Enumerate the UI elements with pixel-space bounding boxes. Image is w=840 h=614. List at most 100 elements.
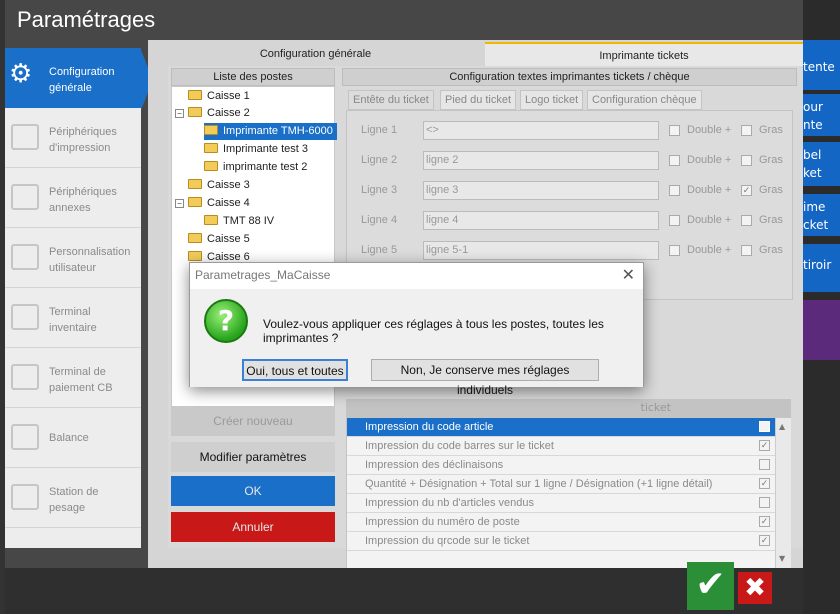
right-button-1[interactable]: tente [800, 40, 840, 90]
tab-ticket-printer[interactable]: Imprimante tickets [485, 42, 803, 66]
tree-node[interactable]: imprimante test 2 [204, 159, 307, 176]
bold-label: Gras [759, 124, 783, 136]
double-checkbox[interactable] [669, 215, 680, 226]
folder-icon [188, 107, 202, 117]
collapse-icon[interactable]: − [175, 199, 184, 208]
right-button-4-line1: ime [803, 200, 826, 214]
validate-checkmark-button[interactable]: ✔ [687, 562, 734, 610]
sidebar-item-label: Terminal inventaire [49, 306, 97, 334]
tree-node[interactable]: Caisse 3 [188, 177, 250, 194]
options-scrollbar[interactable]: ▲ ▼ [775, 418, 791, 568]
create-button[interactable]: Créer nouveau [171, 406, 335, 436]
right-button-2-line1: our [803, 100, 823, 114]
bold-checkbox[interactable] [741, 155, 752, 166]
option-row[interactable]: Impression des déclinaisons [347, 456, 775, 475]
tree-node[interactable]: Caisse 4 [188, 195, 250, 212]
double-checkbox[interactable] [669, 245, 680, 256]
option-row[interactable]: Impression du nb d'articles vendus [347, 494, 775, 513]
option-checkbox[interactable] [759, 421, 770, 432]
right-button-5-label: tiroir [803, 258, 832, 272]
main-tabs: Configuration générale Imprimante ticket… [148, 40, 803, 66]
bold-checkbox[interactable] [741, 125, 752, 136]
double-checkbox[interactable] [669, 125, 680, 136]
option-row[interactable]: Impression du code barres sur le ticket ✓ [347, 437, 775, 456]
page-title: Paramétrages [17, 7, 156, 32]
dialog-title: Parametrages_MaCaisse [195, 268, 331, 282]
line-input[interactable]: ligne 5-1 [423, 241, 659, 260]
no-keep-button[interactable]: Non, Je conserve mes réglages individuel… [371, 359, 599, 397]
option-checkbox-checked[interactable]: ✓ [759, 516, 770, 527]
sidebar-item-label: Balance [49, 432, 89, 444]
subtab-cheque[interactable]: Configuration chèque [587, 90, 702, 110]
sidebar-item-label: Terminal de paiement CB [49, 366, 113, 394]
close-icon[interactable]: ✕ [622, 265, 635, 284]
options-header: ticket [346, 399, 791, 417]
sidebar-item-printers[interactable]: Périphériques d'impression [5, 108, 141, 168]
weigh-station-icon [11, 484, 39, 510]
option-row[interactable]: Impression du numéro de poste ✓ [347, 513, 775, 532]
right-button-5[interactable]: tiroir [800, 244, 840, 292]
sidebar-item-weigh-station[interactable]: Station de pesage [5, 468, 141, 528]
right-button-3[interactable]: bel ket [800, 142, 840, 186]
option-checkbox-checked[interactable]: ✓ [759, 440, 770, 451]
option-row[interactable]: Quantité + Désignation + Total sur 1 lig… [347, 475, 775, 494]
sidebar-item-scale[interactable]: Balance [5, 408, 141, 468]
tree-node[interactable]: Caisse 1 [188, 88, 250, 105]
modify-button[interactable]: Modifier paramètres [171, 442, 335, 472]
option-checkbox-checked[interactable]: ✓ [759, 535, 770, 546]
option-checkbox[interactable] [759, 497, 770, 508]
sidebar-item-label: Périphériques d'impression [49, 126, 117, 154]
folder-icon [188, 179, 202, 189]
tree-node[interactable]: Imprimante test 3 [204, 141, 308, 158]
subtab-header[interactable]: Entête du ticket [348, 90, 434, 110]
checkmark-icon: ✔ [695, 564, 726, 605]
double-label: Double + [687, 154, 732, 166]
sidebar-item-label: Personnalisation utilisateur [49, 246, 131, 274]
double-label: Double + [687, 184, 732, 196]
yes-all-button[interactable]: Oui, tous et toutes [242, 359, 348, 381]
cancel-button[interactable]: Annuler [171, 512, 335, 542]
line-label: Ligne 5 [361, 244, 398, 256]
bold-checkbox[interactable] [741, 245, 752, 256]
line-input[interactable]: <> [423, 121, 659, 140]
line-input[interactable]: ligne 3 [423, 181, 659, 200]
scroll-down-icon[interactable]: ▼ [779, 554, 785, 563]
bold-checkbox[interactable] [741, 215, 752, 226]
bold-checkbox-checked[interactable]: ✓ [741, 185, 752, 196]
ok-button[interactable]: OK [171, 476, 335, 506]
option-checkbox-checked[interactable]: ✓ [759, 478, 770, 489]
sidebar-item-general[interactable]: ⚙ Configuration générale [5, 48, 141, 108]
double-checkbox[interactable] [669, 155, 680, 166]
right-button-6[interactable] [800, 300, 840, 360]
option-label: Impression du qrcode sur le ticket [365, 535, 530, 547]
option-row-selected[interactable]: Impression du code article [347, 418, 775, 437]
terminal-icon [11, 304, 39, 330]
user-icon [11, 244, 39, 270]
double-checkbox[interactable] [669, 185, 680, 196]
tab-general-config[interactable]: Configuration générale [148, 42, 483, 66]
option-row[interactable]: Impression du qrcode sur le ticket ✓ [347, 532, 775, 551]
scroll-up-icon[interactable]: ▲ [779, 422, 785, 431]
sidebar-item-devices[interactable]: Périphériques annexes [5, 168, 141, 228]
tree-node[interactable]: TMT 88 IV [204, 213, 274, 230]
tree-node[interactable]: Caisse 2 [188, 105, 250, 122]
subtab-footer[interactable]: Pied du ticket [440, 90, 517, 110]
subtab-logo[interactable]: Logo ticket [520, 90, 584, 110]
sidebar-item-inventory[interactable]: Terminal inventaire [5, 288, 141, 348]
right-button-4[interactable]: ime cket [800, 194, 840, 236]
sidebar-item-user[interactable]: Personnalisation utilisateur [5, 228, 141, 288]
line-input[interactable]: ligne 4 [423, 211, 659, 230]
collapse-icon[interactable]: − [175, 109, 184, 118]
tree-node-selected[interactable]: Imprimante TMH-6000 [204, 123, 337, 140]
sidebar-item-payment[interactable]: Terminal de paiement CB [5, 348, 141, 408]
tree-node[interactable]: Caisse 5 [188, 231, 250, 248]
close-x-button[interactable]: ✖ [738, 572, 772, 604]
gear-icon: ⚙ [9, 58, 33, 88]
settings-sidebar: ⚙ Configuration générale Périphériques d'… [5, 48, 141, 548]
question-icon: ? [204, 299, 248, 343]
right-button-2[interactable]: our nte [800, 94, 840, 136]
line-input[interactable]: ligne 2 [423, 151, 659, 170]
line-label: Ligne 1 [361, 124, 398, 136]
option-checkbox[interactable] [759, 459, 770, 470]
tree-node-label: Caisse 1 [207, 90, 250, 102]
